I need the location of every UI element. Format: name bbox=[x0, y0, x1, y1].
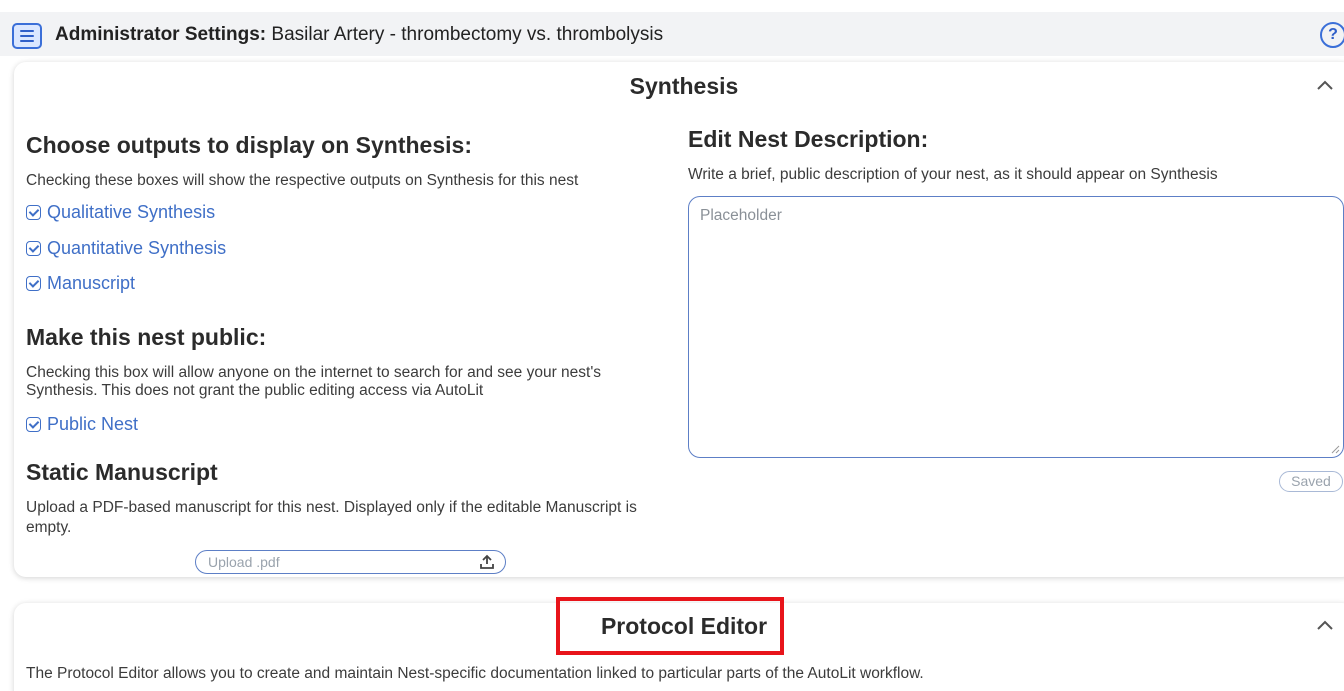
checkbox-checked-icon bbox=[26, 417, 41, 432]
page-title-nest-name: Basilar Artery - thrombectomy vs. thromb… bbox=[266, 24, 664, 45]
page-title: Administrator Settings: Basilar Artery -… bbox=[55, 24, 663, 46]
static-manuscript-heading: Static Manuscript bbox=[26, 459, 218, 485]
static-manuscript-description-line2: empty. bbox=[26, 519, 72, 536]
upload-placeholder: Upload .pdf bbox=[208, 554, 280, 570]
checkbox-label: Public Nest bbox=[47, 414, 139, 434]
protocol-editor-panel: Protocol Editor The Protocol Editor allo… bbox=[14, 597, 1344, 691]
synthesis-title: Synthesis bbox=[629, 73, 739, 99]
checkbox-checked-icon bbox=[26, 241, 41, 256]
menu-icon[interactable] bbox=[12, 23, 42, 49]
checkbox-qualitative-synthesis[interactable]: Qualitative Synthesis bbox=[26, 202, 215, 223]
nest-description-textarea[interactable]: Placeholder bbox=[688, 196, 1344, 458]
chevron-up-icon[interactable] bbox=[1315, 75, 1335, 95]
protocol-editor-description: The Protocol Editor allows you to create… bbox=[26, 665, 924, 682]
upload-pdf-input[interactable]: Upload .pdf bbox=[195, 550, 506, 574]
resize-handle-icon[interactable] bbox=[1330, 444, 1340, 454]
outputs-description: Checking these boxes will show the respe… bbox=[26, 172, 579, 189]
public-description-line1: Checking this box will allow anyone on t… bbox=[26, 364, 602, 381]
checkbox-checked-icon bbox=[26, 276, 41, 291]
checkbox-public-nest[interactable]: Public Nest bbox=[26, 414, 138, 435]
checkbox-label: Quantitative Synthesis bbox=[47, 238, 227, 258]
checkbox-manuscript[interactable]: Manuscript bbox=[26, 273, 135, 294]
public-heading: Make this nest public: bbox=[26, 324, 267, 350]
top-bar: Administrator Settings: Basilar Artery -… bbox=[0, 12, 1344, 56]
help-icon[interactable]: ? bbox=[1320, 22, 1344, 48]
static-manuscript-description-line1: Upload a PDF-based manuscript for this n… bbox=[26, 499, 637, 516]
nest-description-heading: Edit Nest Description: bbox=[688, 126, 929, 152]
chevron-up-icon[interactable] bbox=[1315, 615, 1335, 635]
checkbox-label: Manuscript bbox=[47, 273, 136, 293]
nest-description-hint: Write a brief, public description of you… bbox=[688, 166, 1218, 183]
checkbox-checked-icon bbox=[26, 205, 41, 220]
checkbox-label: Qualitative Synthesis bbox=[47, 202, 216, 222]
highlight-box bbox=[556, 597, 784, 655]
public-description-line2: Synthesis. This does not grant the publi… bbox=[26, 382, 484, 399]
saved-button[interactable]: Saved bbox=[1279, 471, 1343, 492]
textarea-placeholder: Placeholder bbox=[700, 207, 782, 224]
synthesis-panel: Synthesis Choose outputs to display on S… bbox=[14, 62, 1344, 577]
page-title-label: Administrator Settings: bbox=[55, 24, 267, 45]
upload-icon[interactable] bbox=[479, 554, 495, 570]
checkbox-quantitative-synthesis[interactable]: Quantitative Synthesis bbox=[26, 238, 226, 259]
outputs-heading: Choose outputs to display on Synthesis: bbox=[26, 132, 472, 158]
